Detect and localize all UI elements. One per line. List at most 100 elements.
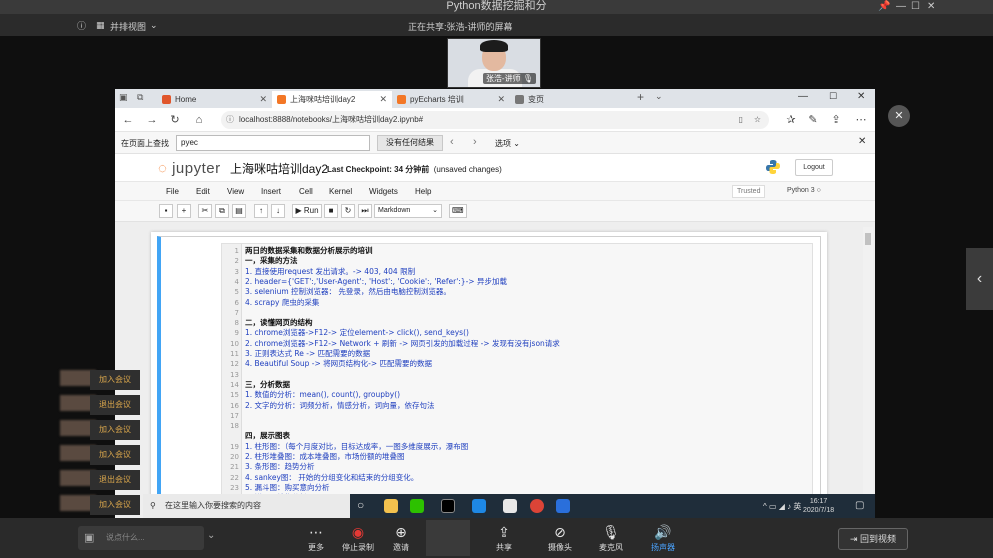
chat-input[interactable]: ▣ 说点什么... — [78, 526, 204, 550]
minimize-icon[interactable]: — — [896, 0, 906, 13]
interrupt-icon[interactable]: ■ — [324, 204, 338, 218]
clock-time: 16:17 — [809, 498, 828, 505]
close-tab-icon[interactable]: ✕ — [379, 91, 387, 108]
microphone-button[interactable]: 🎙 麦克风 — [591, 522, 631, 556]
windows-search[interactable]: ⚲ 在这里输入你要搜索的内容 — [143, 494, 350, 518]
stop-recording-button[interactable]: ◉ 停止录制 — [338, 522, 378, 556]
cell-editor[interactable]: 1 两日的数据采集和数据分析展示的培训 2 一，采集的方法 3 1. 直接使用reque… — [221, 243, 813, 517]
close-window-icon[interactable]: ✕ — [857, 91, 865, 102]
home-icon[interactable]: ⌂ — [191, 112, 207, 128]
taskbar-clock[interactable]: 16:17 2020/7/18 — [803, 497, 834, 515]
terminal-icon[interactable] — [441, 499, 455, 513]
reading-view-icon[interactable]: ▯ — [739, 111, 743, 129]
invite-button[interactable]: ⊕ 邀请 — [381, 522, 421, 556]
app-icon[interactable] — [503, 499, 517, 513]
side-by-side-button[interactable]: 并排视图 — [110, 20, 146, 33]
markdown-cell[interactable]: 1 两日的数据采集和数据分析展示的培训 2 一，采集的方法 3 1. 直接使用reque… — [157, 236, 821, 518]
maximize-icon[interactable]: ☐ — [829, 91, 837, 102]
tab-label: 上海咪咕培训day2 — [290, 95, 356, 104]
back-to-video-button[interactable]: ⇥ 回到视频 — [838, 528, 908, 550]
file-explorer-icon[interactable] — [384, 499, 398, 513]
favorite-star-icon[interactable]: ☆ — [754, 111, 761, 129]
restart-icon[interactable]: ↻ — [341, 204, 355, 218]
tab-home[interactable]: Home ✕ — [157, 91, 272, 108]
line-number: 20 — [230, 453, 239, 461]
line-text: 二，读懂网页的结构 — [245, 318, 313, 328]
system-tray-icons[interactable]: ^ ▭ ◢ ♪ 英 — [763, 501, 801, 512]
tab-list-icon[interactable]: ⌄ — [655, 91, 663, 102]
chevron-down-icon[interactable]: ⌄ — [207, 530, 215, 541]
notifications-icon[interactable]: ▢ — [855, 500, 864, 511]
line-text: 一，采集的方法 — [245, 256, 298, 266]
find-options-button[interactable]: 选项 ⌄ — [495, 138, 520, 149]
trusted-badge[interactable]: Trusted — [732, 185, 766, 198]
jupyter-logo[interactable]: ◌ jupyter — [158, 160, 221, 177]
edge-icon[interactable] — [472, 499, 486, 513]
copy-icon[interactable]: ⧉ — [215, 204, 229, 218]
find-input[interactable]: pyec — [176, 135, 370, 151]
close-find-icon[interactable]: ✕ — [858, 136, 866, 147]
chrome-icon[interactable] — [530, 499, 544, 513]
move-up-icon[interactable]: ↑ — [254, 204, 268, 218]
notebook-name[interactable]: 上海咪咕培训day2 — [230, 160, 328, 177]
task-view-icon[interactable]: ○ — [357, 498, 364, 512]
maximize-icon[interactable]: ☐ — [911, 0, 920, 13]
tab-label: 变页 — [528, 95, 544, 104]
menu-kernel[interactable]: Kernel — [329, 187, 352, 196]
run-button[interactable]: ▶ Run — [292, 204, 322, 218]
menu-file[interactable]: File — [166, 187, 179, 196]
chevron-down-icon[interactable]: ⌄ — [150, 20, 158, 31]
menu-view[interactable]: View — [227, 187, 244, 196]
camera-button[interactable]: ⊘ 摄像头 — [540, 522, 580, 556]
wechat-icon[interactable] — [410, 499, 424, 513]
more-button[interactable]: ⋯ 更多 — [296, 522, 336, 556]
find-next-icon[interactable]: › — [473, 136, 477, 148]
close-tab-icon[interactable]: ✕ — [497, 91, 505, 108]
pen-icon[interactable]: ✎ — [805, 112, 821, 128]
cut-icon[interactable]: ✂ — [198, 204, 212, 218]
tab-notebook[interactable]: 上海咪咕培训day2 ✕ — [272, 91, 392, 108]
grid-view-icon[interactable]: ▦ — [96, 20, 105, 31]
cell-type-select[interactable]: Markdown ⌄ — [374, 204, 442, 218]
menu-edit[interactable]: Edit — [196, 187, 210, 196]
back-icon[interactable]: ← — [120, 112, 136, 128]
insert-cell-icon[interactable]: + — [177, 204, 191, 218]
pin-icon[interactable]: 📌 — [878, 0, 890, 13]
command-palette-icon[interactable]: ⌨ — [449, 204, 467, 218]
minimize-icon[interactable]: — — [798, 91, 808, 102]
presenter-video[interactable]: 张浩-讲师 🎙 — [447, 38, 541, 88]
more-icon[interactable]: ⋯ — [853, 112, 869, 128]
info-icon[interactable]: ⓘ — [226, 111, 234, 129]
logout-button[interactable]: Logout — [795, 159, 833, 176]
meeting-app-icon[interactable] — [556, 499, 570, 513]
tab-pyecharts[interactable]: pyEcharts 培训 ✕ — [392, 91, 510, 108]
refresh-icon[interactable]: ↻ — [167, 112, 183, 128]
tab-restore-icon[interactable]: ⧉ — [137, 92, 143, 103]
close-window-icon[interactable]: ✕ — [927, 0, 935, 13]
menu-cell[interactable]: Cell — [299, 187, 313, 196]
tab-new-page[interactable]: 变页 — [510, 91, 630, 108]
favorites-icon[interactable]: ✰ — [783, 112, 799, 128]
line-text: 1. 柱形图：（每个月度对比，目标达成率，一图多维度展示，瀑布图 — [245, 441, 469, 451]
menu-widgets[interactable]: Widgets — [369, 187, 398, 196]
close-share-icon[interactable]: ✕ — [888, 105, 910, 127]
info-icon[interactable]: ⓘ — [77, 19, 86, 32]
speaker-button[interactable]: 🔊 扬声器 — [643, 522, 683, 556]
share-button[interactable]: ⇪ 共享 — [484, 522, 524, 556]
menu-insert[interactable]: Insert — [261, 187, 281, 196]
address-bar[interactable]: ⓘ localhost:8888/notebooks/上海咪咕培训day2.ip… — [221, 111, 769, 129]
save-icon[interactable]: ▪ — [159, 204, 173, 218]
close-tab-icon[interactable]: ✕ — [259, 91, 267, 108]
tab-actions-icon[interactable]: ▣ — [119, 92, 128, 103]
new-tab-icon[interactable]: + — [637, 90, 644, 104]
forward-icon[interactable]: → — [144, 112, 160, 128]
menu-help[interactable]: Help — [415, 187, 431, 196]
paste-icon[interactable]: ▤ — [232, 204, 246, 218]
move-down-icon[interactable]: ↓ — [271, 204, 285, 218]
expand-panel-icon[interactable]: ‹ — [966, 248, 993, 310]
find-previous-icon[interactable]: ‹ — [450, 136, 454, 148]
restart-run-all-icon[interactable]: ⏭ — [358, 204, 372, 218]
scroll-thumb[interactable] — [865, 233, 871, 245]
share-icon[interactable]: ⇪ — [828, 112, 844, 128]
vertical-scrollbar[interactable] — [863, 227, 873, 518]
